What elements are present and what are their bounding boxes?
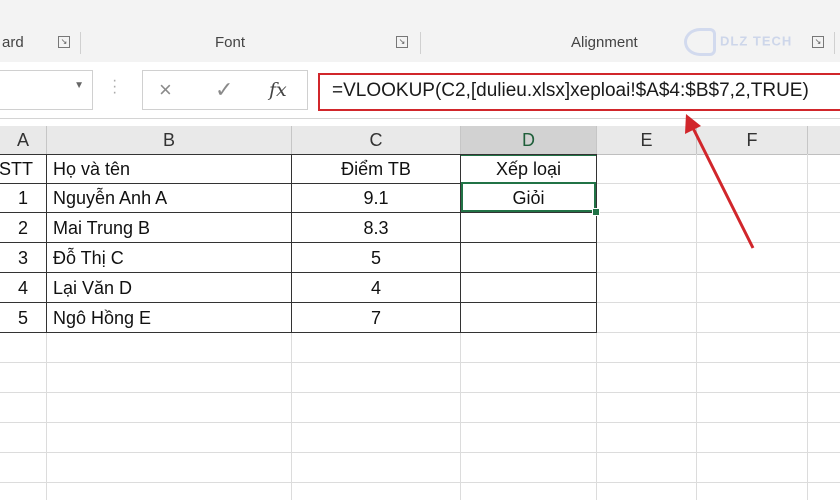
annotation-arrow-icon bbox=[685, 114, 755, 249]
